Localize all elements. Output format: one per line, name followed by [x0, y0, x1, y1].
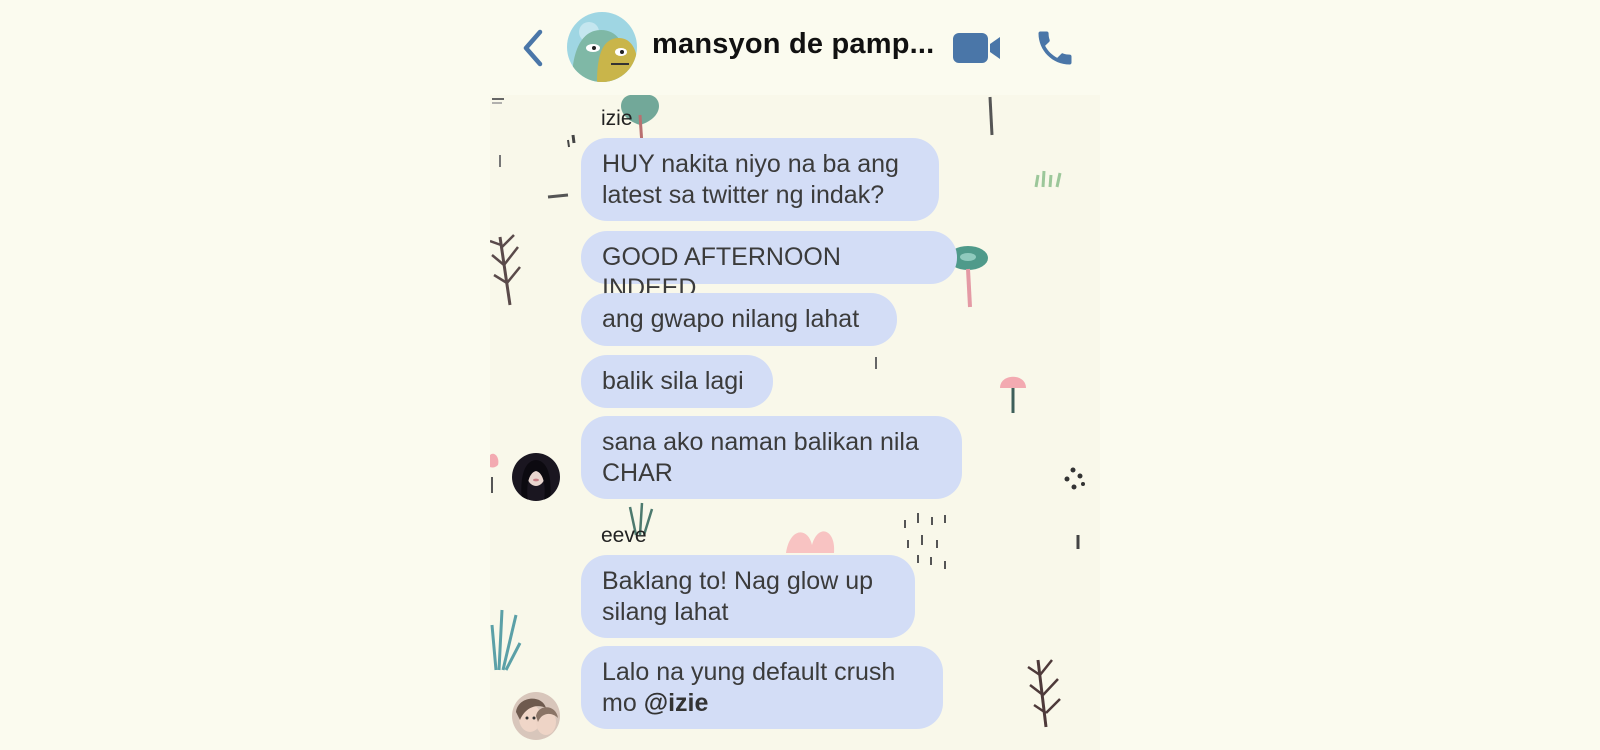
group-avatar[interactable]: [567, 12, 637, 82]
back-icon[interactable]: [518, 26, 548, 70]
message-bubble[interactable]: Baklang to! Nag glow up silang lahat: [581, 555, 915, 638]
chat-header: mansyon de pamp...: [490, 0, 1100, 95]
conversation-title[interactable]: mansyon de pamp...: [652, 28, 934, 61]
message-bubble[interactable]: balik sila lagi: [581, 355, 773, 408]
message-bubble[interactable]: HUY nakita niyo na ba ang latest sa twit…: [581, 138, 939, 221]
sender-name: izie: [601, 107, 633, 130]
video-camera-icon[interactable]: [952, 30, 1002, 66]
message-bubble[interactable]: Lalo na yung default crush mo @izie: [581, 646, 943, 729]
sender-name: eeve: [601, 524, 647, 547]
message-bubble[interactable]: sana ako naman balikan nila CHAR: [581, 416, 962, 499]
avatar[interactable]: [512, 453, 560, 501]
mention-link[interactable]: @izie: [644, 689, 709, 717]
message-bubble[interactable]: GOOD AFTERNOON INDEED: [581, 231, 957, 302]
message-list[interactable]: izie HUY nakita niyo na ba ang latest sa…: [490, 95, 1100, 750]
messenger-window: mansyon de pamp... izie HUY nakita niyo …: [490, 0, 1100, 750]
phone-icon[interactable]: [1033, 26, 1077, 70]
avatar[interactable]: [512, 692, 560, 740]
message-bubble[interactable]: ang gwapo nilang lahat: [581, 293, 897, 346]
